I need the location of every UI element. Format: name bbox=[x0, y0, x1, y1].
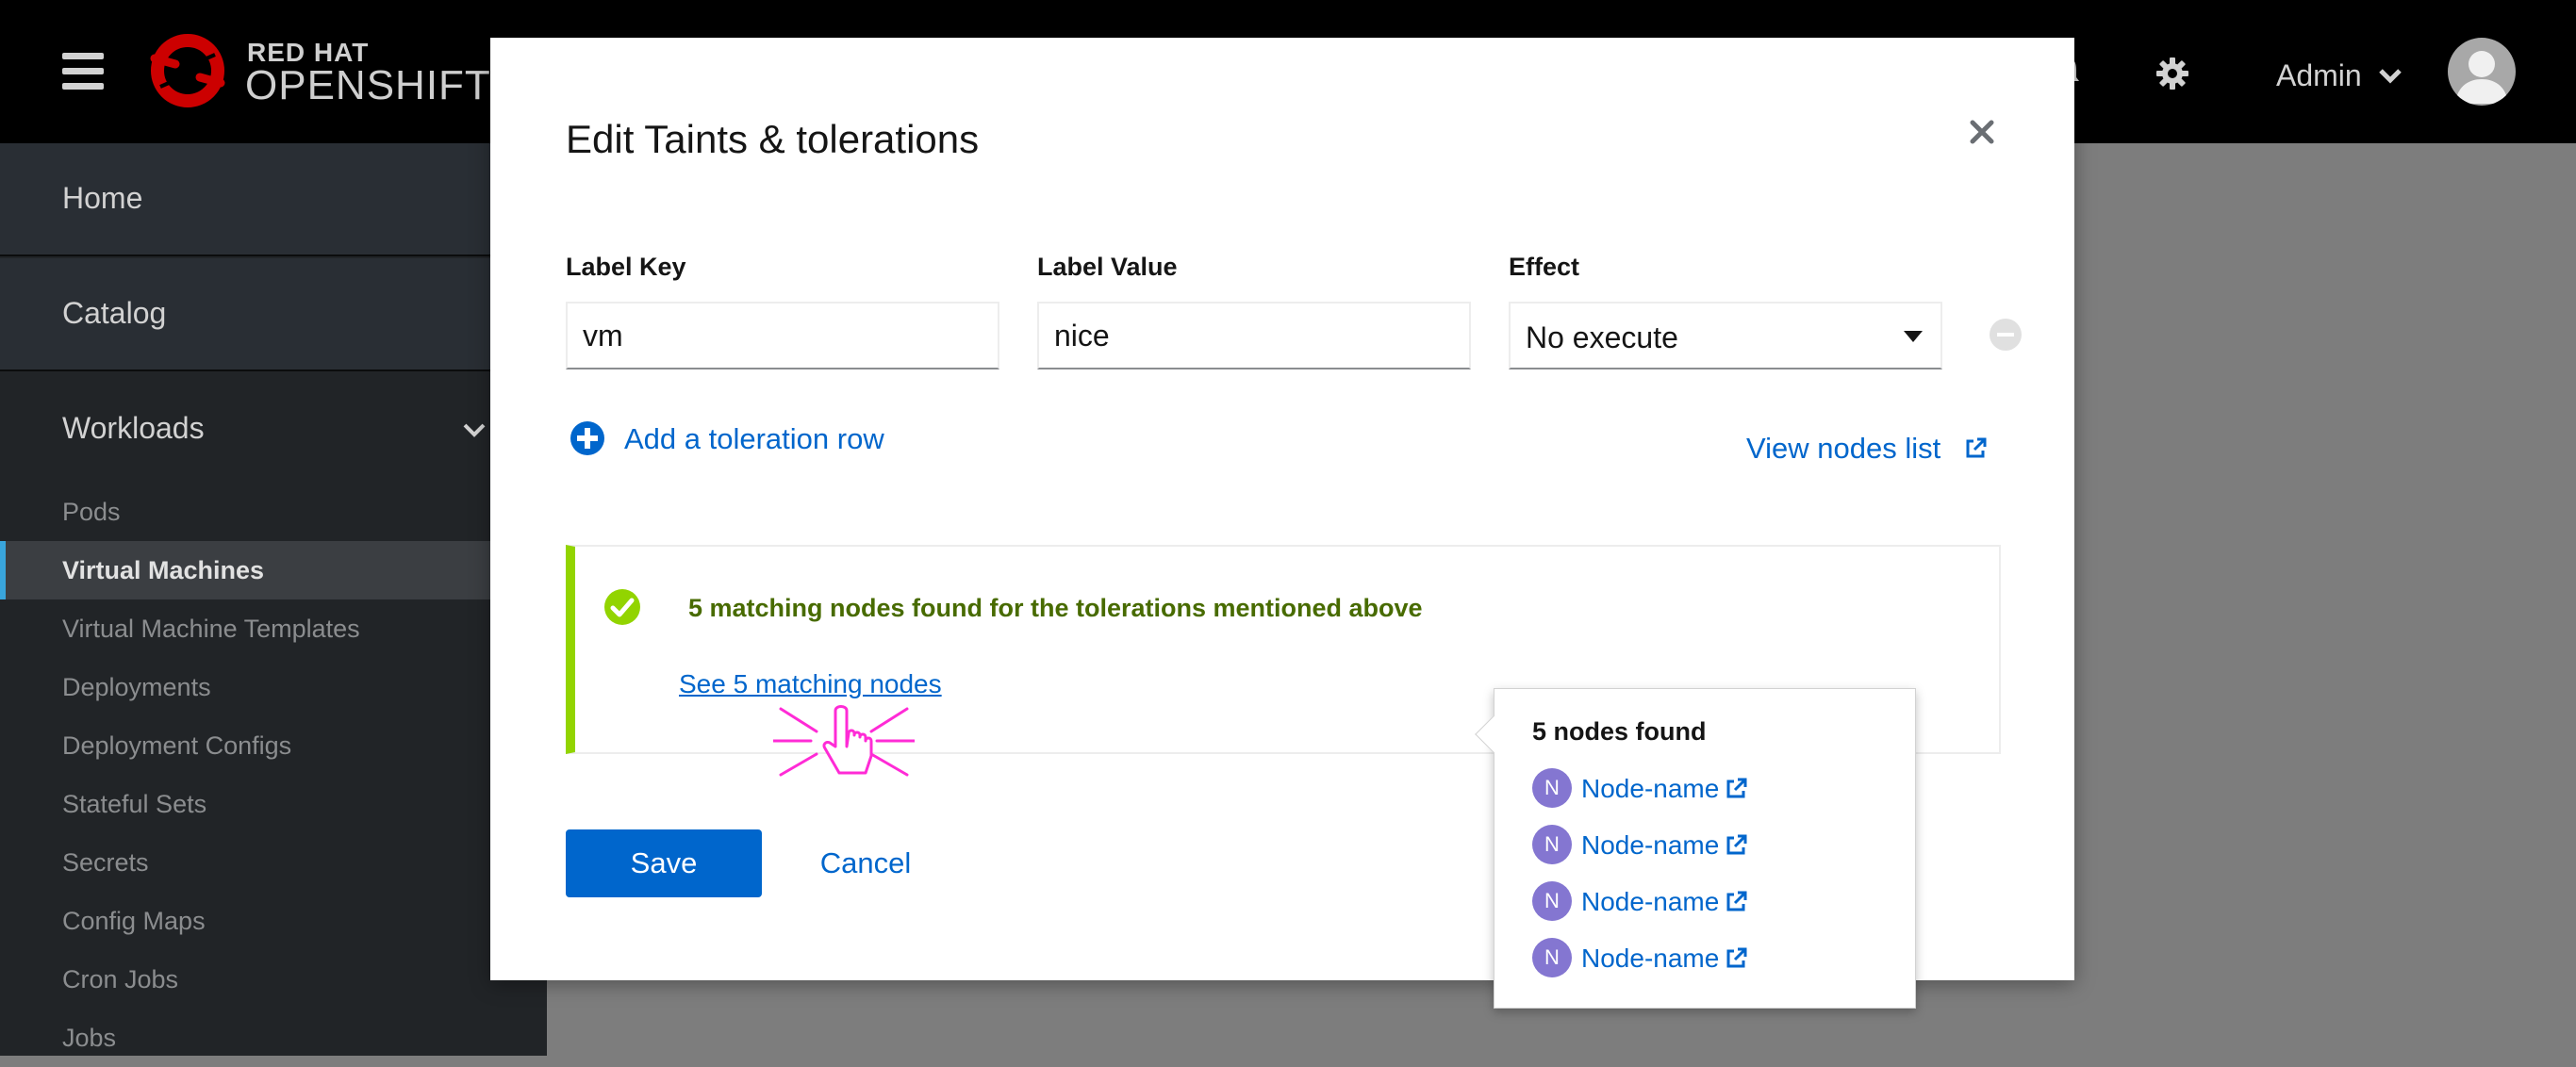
hamburger-icon[interactable] bbox=[62, 53, 104, 90]
sidebar-item-label: Config Maps bbox=[62, 907, 206, 935]
close-icon[interactable] bbox=[1969, 119, 1995, 145]
external-link-icon bbox=[1726, 891, 1747, 911]
sidebar-item-label: Deployments bbox=[62, 673, 211, 701]
sidebar-item-label: Pods bbox=[62, 498, 121, 526]
node-name: Node-name bbox=[1581, 944, 1720, 973]
gear-icon[interactable] bbox=[2155, 57, 2189, 90]
sidebar-item-label: Deployment Configs bbox=[62, 731, 292, 760]
caret-down-icon bbox=[1904, 331, 1923, 342]
sidebar-item-label: Jobs bbox=[62, 1024, 117, 1052]
label-value-label: Label Value bbox=[1037, 253, 1178, 281]
node-badge: N bbox=[1532, 881, 1572, 921]
avatar[interactable] bbox=[2448, 38, 2516, 106]
node-name: Node-name bbox=[1581, 830, 1720, 860]
sidebar-item-workloads[interactable]: Workloads bbox=[0, 373, 547, 486]
see-matching-nodes-link[interactable]: See 5 matching nodes bbox=[679, 669, 942, 699]
node-name: Node-name bbox=[1581, 774, 1720, 803]
sidebar: Home Catalog Workloads Pods Virtual Mach… bbox=[0, 143, 547, 1056]
external-link-icon bbox=[1726, 834, 1747, 855]
sidebar-item-secrets[interactable]: Secrets bbox=[0, 833, 547, 892]
sidebar-item-label: Catalog bbox=[62, 296, 167, 330]
effect-label: Effect bbox=[1509, 253, 1580, 281]
add-toleration-row-label: Add a toleration row bbox=[624, 422, 884, 455]
chevron-down-icon bbox=[463, 423, 486, 437]
popover-title: 5 nodes found bbox=[1532, 717, 1707, 746]
plus-circle-icon bbox=[570, 421, 604, 455]
sidebar-item-label: Cron Jobs bbox=[62, 965, 179, 993]
sidebar-item-jobs[interactable]: Jobs bbox=[0, 1009, 547, 1067]
effect-select-value: No execute bbox=[1526, 320, 1678, 354]
user-menu-label[interactable]: Admin bbox=[2276, 58, 2362, 93]
sidebar-item-cron-jobs[interactable]: Cron Jobs bbox=[0, 950, 547, 1009]
avatar-icon bbox=[2455, 51, 2508, 104]
sidebar-item-config-maps[interactable]: Config Maps bbox=[0, 892, 547, 950]
nodes-popover: 5 nodes found N Node-name N Node-name N … bbox=[1475, 688, 1916, 1009]
edit-tolerations-modal: Edit Taints & tolerations Label Key Labe… bbox=[490, 38, 2074, 1009]
node-name: Node-name bbox=[1581, 887, 1720, 916]
sidebar-item-label: Stateful Sets bbox=[62, 790, 207, 818]
external-link-icon bbox=[1966, 437, 1987, 458]
save-button[interactable]: Save bbox=[566, 829, 762, 897]
sidebar-item-label: Virtual Machine Templates bbox=[62, 615, 360, 643]
external-link-icon bbox=[1726, 778, 1747, 798]
remove-row-icon[interactable] bbox=[1988, 317, 2023, 353]
modal-title: Edit Taints & tolerations bbox=[566, 117, 980, 161]
effect-select[interactable]: No execute bbox=[1509, 302, 1942, 369]
openshift-logo-icon bbox=[150, 34, 225, 107]
sidebar-item-stateful-sets[interactable]: Stateful Sets bbox=[0, 775, 547, 833]
node-badge: N bbox=[1532, 768, 1572, 808]
label-value-input[interactable] bbox=[1037, 302, 1471, 369]
sidebar-item-virtual-machine-templates[interactable]: Virtual Machine Templates bbox=[0, 599, 547, 658]
sidebar-item-virtual-machines[interactable]: Virtual Machines bbox=[0, 541, 547, 599]
view-nodes-list-label: View nodes list bbox=[1746, 432, 1941, 465]
label-key-label: Label Key bbox=[566, 253, 686, 281]
node-badge: N bbox=[1532, 938, 1572, 977]
sidebar-item-catalog[interactable]: Catalog bbox=[0, 258, 547, 371]
alert-title: 5 matching nodes found for the toleratio… bbox=[688, 594, 1423, 622]
external-link-icon bbox=[1726, 947, 1747, 968]
check-circle-icon bbox=[604, 589, 640, 625]
sidebar-item-label: Virtual Machines bbox=[62, 556, 265, 584]
sidebar-item-deployment-configs[interactable]: Deployment Configs bbox=[0, 716, 547, 775]
openshift-logo[interactable]: RED HAT OPENSHIFT bbox=[147, 28, 490, 108]
sidebar-item-deployments[interactable]: Deployments bbox=[0, 658, 547, 716]
chevron-down-icon[interactable] bbox=[2378, 68, 2403, 85]
sidebar-item-label: Workloads bbox=[62, 411, 205, 445]
cancel-button[interactable]: Cancel bbox=[777, 829, 954, 897]
node-badge: N bbox=[1532, 825, 1572, 864]
sidebar-item-label: Secrets bbox=[62, 848, 149, 877]
sidebar-item-home[interactable]: Home bbox=[0, 143, 547, 256]
label-key-input[interactable] bbox=[566, 302, 999, 369]
brand-bottom-text: OPENSHIFT bbox=[245, 62, 491, 108]
view-nodes-list-link[interactable]: View nodes list bbox=[1746, 432, 1987, 471]
sidebar-item-pods[interactable]: Pods bbox=[0, 483, 547, 541]
sidebar-item-label: Home bbox=[62, 181, 143, 215]
